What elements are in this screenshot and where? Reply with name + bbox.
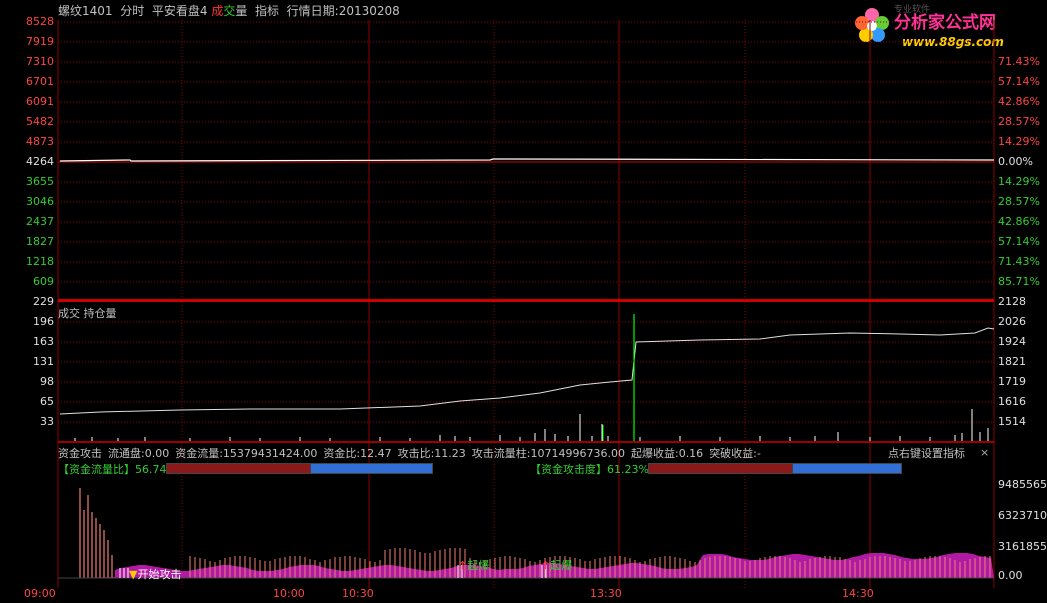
burst-gain: 起爆收益:0.16 (630, 447, 704, 460)
attack-column: 攻击流量柱:10714996736.00 (471, 447, 625, 460)
price-left-tick: 6701 (26, 75, 54, 88)
price-left-tick: 7919 (26, 35, 54, 48)
volume-left-tick: 163 (33, 335, 54, 348)
price-left-tick: 1827 (26, 235, 54, 248)
price-left-tick: 4264 (26, 155, 54, 168)
price-left-tick: 609 (33, 275, 54, 288)
time-tick: 10:30 (342, 587, 374, 600)
indicator-name[interactable]: 资金攻击 (58, 447, 102, 460)
fund-flow: 资金流量:15379431424.00 (175, 447, 318, 460)
time-tick: 10:00 (273, 587, 305, 600)
indicator-header: 资金攻击 流通盘:0.00 资金流量:15379431424.00 资金比:12.47… (58, 445, 767, 461)
price-line (59, 158, 995, 162)
volume-left-tick: 65 (40, 395, 54, 408)
legend-fund-attack: 【资金攻击度】61.23%买 (530, 461, 660, 477)
price-left-tick: 5482 (26, 115, 54, 128)
price-right-tick: 28.57% (998, 195, 1040, 208)
price-left-tick: 8528 (26, 15, 54, 28)
price-right-tick: 14.29% (998, 175, 1040, 188)
price-right-tick: 71.43% (998, 255, 1040, 268)
indicator-right-tick: 3161855 (998, 540, 1047, 553)
annotation-burst-arrow-icon: ↑ (541, 559, 551, 572)
annotation-burst-2: ↑起爆 (541, 559, 573, 572)
price-right-tick: 0.00% (998, 155, 1033, 168)
time-tick: 13:30 (590, 587, 622, 600)
legend-fund-attack-label: 【资金攻击度】61.23% (530, 463, 649, 476)
fund-ratio: 资金比:12.47 (323, 447, 392, 460)
price-left-tick: 7310 (26, 55, 54, 68)
chart-canvas[interactable] (0, 0, 1047, 603)
annotation-burst-1: ↑起爆 (458, 559, 490, 572)
price-left-tick: 3655 (26, 175, 54, 188)
time-tick: 09:00 (24, 587, 56, 600)
attack-ratio: 攻击比:11.23 (397, 447, 466, 460)
price-right-tick: 42.86% (998, 215, 1040, 228)
price-right-tick: 85.71% (998, 275, 1040, 288)
annotation-start-attack: ▼开始攻击 (129, 568, 182, 581)
volume-left-tick: 196 (33, 315, 54, 328)
volume-right-tick: 2026 (998, 315, 1026, 328)
time-tick: 14:30 (842, 587, 874, 600)
legend-left-blue-bar (310, 463, 433, 474)
annotation-burst-arrow-icon: ↑ (458, 559, 468, 572)
break-gain: 突破收益:- (709, 447, 761, 460)
volume-right-tick: 1719 (998, 375, 1026, 388)
volume-right-tick: 2128 (998, 295, 1026, 308)
close-indicator-button[interactable]: × (980, 446, 989, 459)
volume-right-tick: 1514 (998, 415, 1026, 428)
legend-right-red-bar (648, 463, 793, 474)
legend-left-red-bar (166, 463, 311, 474)
volume-left-tick: 33 (40, 415, 54, 428)
indicator-right-tick: 9485565 (998, 478, 1047, 491)
position-line (59, 327, 995, 415)
legend-fund-flow-label: 【资金流量比】56.74% (58, 463, 177, 476)
price-right-tick: 14.29% (998, 135, 1040, 148)
legend-right-blue-bar (792, 463, 902, 474)
price-left-tick: 3046 (26, 195, 54, 208)
price-left-tick: 4873 (26, 135, 54, 148)
float-cap: 流通盘:0.00 (108, 447, 170, 460)
settings-link[interactable]: 点右键设置指标 (888, 445, 965, 461)
volume-left-tick: 229 (33, 295, 54, 308)
panel-separator (58, 299, 994, 302)
volume-panel-title: 成交 持仓量 (58, 307, 117, 320)
volume-right-tick: 1616 (998, 395, 1026, 408)
volume-right-tick: 1924 (998, 335, 1026, 348)
volume-left-tick: 98 (40, 375, 54, 388)
volume-right-tick: 1821 (998, 355, 1026, 368)
price-right-tick: 57.14% (998, 235, 1040, 248)
indicator-right-tick: 6323710 (998, 509, 1047, 522)
price-right-tick: 57.14% (998, 75, 1040, 88)
price-left-tick: 2437 (26, 215, 54, 228)
price-left-tick: 1218 (26, 255, 54, 268)
price-right-tick: 42.86% (998, 95, 1040, 108)
indicator-magenta-area (58, 553, 994, 578)
indicator-right-tick: 0.00 (998, 569, 1023, 582)
volume-left-tick: 131 (33, 355, 54, 368)
price-left-tick: 6091 (26, 95, 54, 108)
price-right-tick: 28.57% (998, 115, 1040, 128)
price-right-tick: 71.43% (998, 55, 1040, 68)
